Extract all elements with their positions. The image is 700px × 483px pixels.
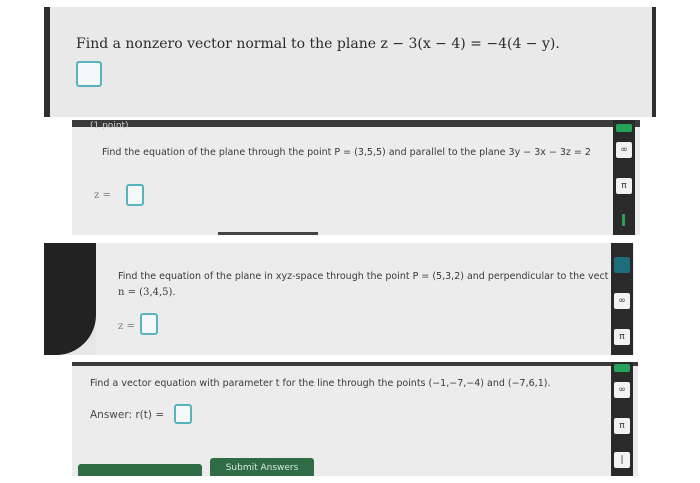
tool-indicator <box>622 214 625 226</box>
answer-label: z = <box>94 190 111 201</box>
photo-edge-right <box>652 7 656 117</box>
panel-header-bar <box>72 362 638 366</box>
pi-tool-button[interactable]: π <box>614 418 630 434</box>
question-text: Find the equation of the plane through t… <box>102 147 591 158</box>
pi-tool-button[interactable]: π <box>616 178 632 194</box>
panel-body <box>96 243 634 355</box>
panel-divider <box>218 232 318 235</box>
submit-answers-button[interactable]: Submit Answers <box>210 458 314 476</box>
math-toolbar: ∞ π <box>611 243 633 355</box>
answer-label: z = <box>118 321 135 332</box>
question-panel-4: Find a vector equation with parameter t … <box>72 362 638 476</box>
matrix-tool-button[interactable] <box>614 257 630 273</box>
matrix-tool-button[interactable] <box>616 124 632 132</box>
question-text-line2: n = (3,4,5). <box>118 287 176 298</box>
answer-input[interactable] <box>76 61 102 87</box>
matrix-tool-button[interactable] <box>614 364 630 372</box>
question-panel-2: (1 point) Find the equation of the plane… <box>72 120 640 235</box>
answer-input[interactable] <box>126 184 144 206</box>
question-text-line1: Find the equation of the plane in xyz-sp… <box>118 271 609 282</box>
answer-input[interactable] <box>140 313 158 335</box>
infinity-tool-button[interactable]: ∞ <box>616 142 632 158</box>
photo-edge-left <box>44 243 96 355</box>
infinity-tool-button[interactable]: ∞ <box>614 293 630 309</box>
answer-label: Answer: r(t) = <box>90 409 165 421</box>
pi-tool-button[interactable]: π <box>614 329 630 345</box>
question-text: Find a vector equation with parameter t … <box>90 378 551 389</box>
photo-edge-left <box>44 7 50 117</box>
question-panel-3: Find the equation of the plane in xyz-sp… <box>44 243 634 355</box>
question-panel-1: Find a nonzero vector normal to the plan… <box>44 7 656 117</box>
panel-header-bar <box>72 120 640 127</box>
preview-button[interactable] <box>78 464 202 476</box>
infinity-tool-button[interactable]: ∞ <box>614 382 630 398</box>
question-text: Find a nonzero vector normal to the plan… <box>76 36 560 52</box>
points-label: (1 point) <box>90 121 129 131</box>
math-toolbar: ∞ π | <box>611 362 633 476</box>
answer-input[interactable] <box>174 404 192 424</box>
bar-tool-button[interactable]: | <box>614 452 630 468</box>
math-toolbar: ∞ π <box>613 120 635 235</box>
